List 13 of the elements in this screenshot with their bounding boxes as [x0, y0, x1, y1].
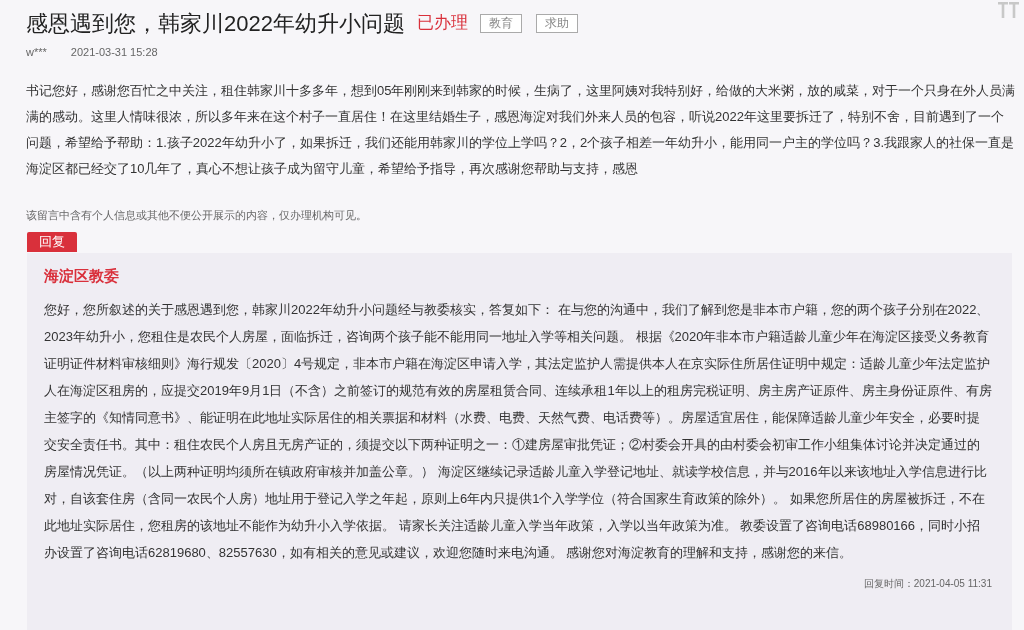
reply-org: 海淀区教委 — [44, 266, 120, 286]
status-label: 已办理 — [416, 12, 468, 35]
category-tag[interactable]: 求助 — [535, 13, 578, 33]
post-title: 感恩遇到您，韩家川2022年幼升小问题 — [26, 9, 405, 38]
category-tag[interactable]: 教育 — [479, 13, 522, 33]
post-body: 书记您好，感谢您百忙之中关注，租住韩家川十多多年，想到05年刚刚来到韩家的时候，生病了，这里阿姨对我特别好，给做的大米粥，放的咸菜，对于一个只身在外人员满满的感动。这里人情味很浓，所以多年来在这个村子一直居住！在这里结婚生子，感恩海淀对我们外来人员的包容，听说2022年这里要拆迁了，特别不舍，目前遇到了一个问题，希望给予帮助：1.孩子2022年幼升小了，如果拆迁，我们还能用韩家川的学位上学吗？2，2个孩子相差一年幼升小，能用同一户主的学位吗？3.我跟家人的社保一直是海淀区都已经交了10几年了，真心不想让孩子成为留守儿童，希望给予指导，再次感谢您帮助与支持，感恩 — [25, 81, 1017, 178]
reply-label: 回复 — [27, 232, 77, 252]
post-time: 2021-03-31 15:28 — [70, 45, 158, 60]
author-name: w*** — [26, 45, 47, 60]
privacy-note: 该留言中含有个人信息或其他不便公开展示的内容，仅办理机构可见。 — [25, 207, 368, 223]
font-size-icon[interactable] — [998, 2, 1020, 18]
reply-time: 回复时间：2021-04-05 11:31 — [863, 576, 992, 591]
reply-body: 您好，您所叙述的关于感恩遇到您，韩家川2022年幼升小问题经与教委核实，答复如下： 在与您的沟通中，我们了解到您是非本市户籍，您的两个孩子分别在2022、2023年幼升小，您租住是农民个人房屋，面临拆迁，咨询两个孩子能不能用同一地址入学等相关问题。 根据《2020年非本市户籍适龄儿童少年在海淀区接受义务教育证明证件材料审核细则》海行规发〔2020〕4号规定，非本市户籍在海淀区申请入学，其法定监护人需提供本人在京实际住所居住证明中规定：适龄儿童少年法定监护人在海淀区租房的，应提交2019年9月1日（不含）之前签订的规范有效的房屋租赁合同、连续承租1年以上的租房完税证明、房主房产证原件、房主身份证原件、有房主签字的《知情同意书》、能证明在此地址实际居住的相关票据和材料（水费、电费、天然气费、电话费等）。房屋适宜居住，能保障适龄儿童少年安全，必要时提交安全责任书。其中：租住农民个人房且无房产证的，须提交以下两种证明之一：①建房屋审批凭证；②村委会开具的由村委会初审工作小组集体讨论并决定通过的房屋情况凭证。（以上两种证明均须所在镇政府审核并加盖公章。） 海淀区继续记录适龄儿童入学登记地址、就读学校信息，并与2016年以来该地址入学信息进行比对，自该套住房（含同一农民个人房）地址用于登记入学之年起，原则上6年内只提供1个入学学位（符合国家生育政策的除外）。 如果您所居住的房屋被拆迁，不在此地址实际居住，您租房的该地址不能作为幼升小入学依据。 请家长关注适龄儿童入学当年政策，入学以当年政策为准。 教委设置了咨询电话68980166，同时小招办设置了咨询电话62819680、82557630，如有相关的意见或建议，欢迎您随时来电沟通。 感谢您对海淀教育的理解和支持，感谢您的来信。 — [44, 300, 992, 562]
